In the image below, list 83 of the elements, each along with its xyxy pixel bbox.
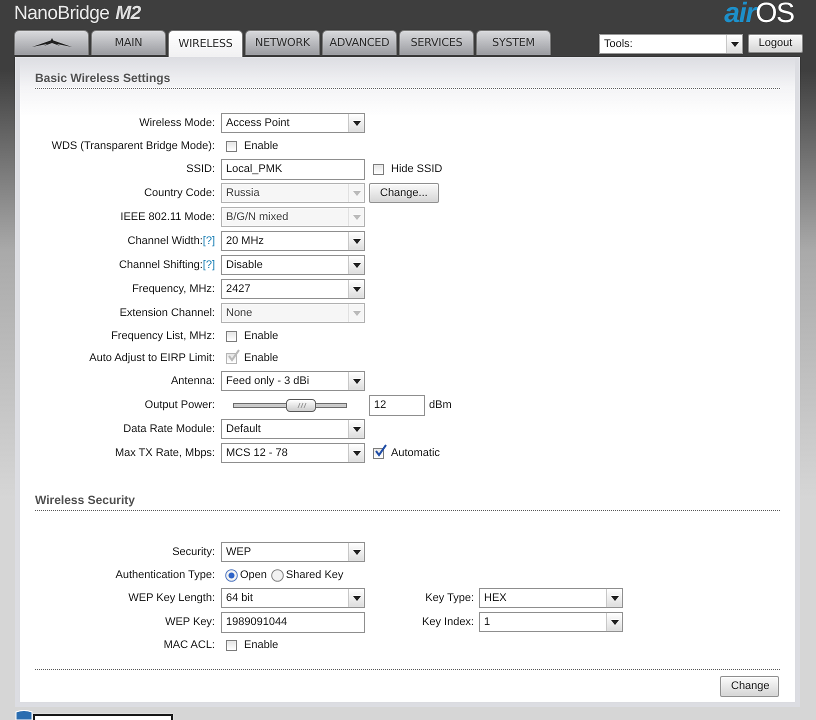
field-label: Auto Adjust to EIRP Limit: [88,350,216,366]
dropdown[interactable]: Feed only - 3 dBi [221,371,365,391]
unit-label: dBm [429,398,452,413]
brand-logo: airOS [724,0,794,28]
field-label: Key Index: [421,614,475,630]
text-field[interactable]: Local_PMK [221,158,365,180]
dropdown[interactable]: Default [221,419,365,439]
checkbox-label: Automatic [391,446,440,461]
field-label: WDS (Transparent Bridge Mode): [50,138,216,154]
dropdown[interactable]: MCS 12 - 78 [221,443,365,463]
dropdown[interactable]: 1 [479,612,623,632]
logo-tab[interactable] [14,30,89,55]
radio-label: Shared Key [286,568,344,583]
checkbox-label: Hide SSID [391,162,442,177]
tab[interactable]: ADVANCED [322,30,397,55]
field-label: Authentication Type: [114,568,216,583]
dropdown[interactable]: 64 bit [221,588,365,608]
tab[interactable]: SYSTEM [476,30,551,55]
checkbox-label: Enable [244,638,278,653]
checkbox[interactable] [373,164,384,174]
field-label: Country Code: [143,186,216,201]
checkbox[interactable] [226,330,237,342]
caret-icon [352,550,360,554]
section-title: Basic Wireless Settings [35,69,780,89]
checkbox-label: Enable [244,138,278,154]
dropdown[interactable]: Access Point [221,113,365,133]
radio-button[interactable] [225,568,238,582]
product-name: NanoBridge [14,3,110,24]
checkbox[interactable] [226,140,237,152]
slider-thumb[interactable] [286,398,316,412]
caret-icon [352,450,360,456]
antenna-logo-icon [32,38,72,48]
checkbox[interactable] [226,640,237,650]
field-label: Max TX Rate, Mbps: [114,446,216,461]
field-label: Key Type: [424,590,475,606]
tab[interactable]: MAIN [91,30,166,55]
tab[interactable]: WIRELESS [168,30,243,57]
caret-icon [352,596,360,600]
field-label: Security: [171,544,216,560]
field-label: Data Rate Module: [122,422,216,437]
caret-icon [352,214,360,220]
checkbox-label: Enable [244,328,278,344]
radio-label: Open [240,568,267,583]
caret-icon [352,310,360,316]
dropdown[interactable]: 2427 [221,279,365,299]
caret-icon [352,286,360,292]
caret-icon [610,620,618,624]
caret-icon [352,378,360,384]
tab[interactable]: SERVICES [399,30,474,55]
field-label: Frequency, MHz: [131,282,216,297]
caret-icon [352,190,360,196]
model-name: M2 [115,3,141,24]
text-field[interactable]: 12 [369,394,425,416]
dropdown[interactable]: WEP [221,542,365,562]
section-title: Wireless Security [35,491,780,511]
radio-button[interactable] [270,568,284,582]
field-label: Channel Width:[?] [126,234,216,249]
dropdown[interactable]: Disable [221,255,365,275]
caret-icon [352,120,360,126]
field-label: Output Power: [144,398,216,413]
caret-icon [352,262,360,268]
caret-icon [610,596,618,600]
tab[interactable]: NETWORK [245,30,320,55]
field-label: SSID: [185,162,216,177]
tools-dropdown[interactable]: Tools: [599,34,743,54]
field-label: Frequency List, MHz: [110,328,216,344]
field-label: Wireless Mode: [138,116,216,131]
caret-icon [352,426,360,432]
field-label: Extension Channel: [118,306,216,321]
text-field[interactable]: 1989091044 [221,612,365,632]
dropdown[interactable]: 20 MHz [221,231,365,251]
checkbox-label: Enable [244,350,278,366]
caret-icon [730,42,738,46]
dropdown[interactable]: HEX [479,588,623,608]
field-label: Channel Shifting:[?] [118,258,216,273]
field-label: Antenna: [170,374,216,389]
caret-icon [352,238,360,244]
field-label: WEP Key Length: [127,590,216,606]
logout-button[interactable]: Logout [748,34,803,53]
field-label: WEP Key: [164,614,216,630]
field-label: MAC ACL: [162,638,216,653]
field-label: IEEE 802.11 Mode: [119,210,216,225]
change-button[interactable]: Change [720,676,779,697]
